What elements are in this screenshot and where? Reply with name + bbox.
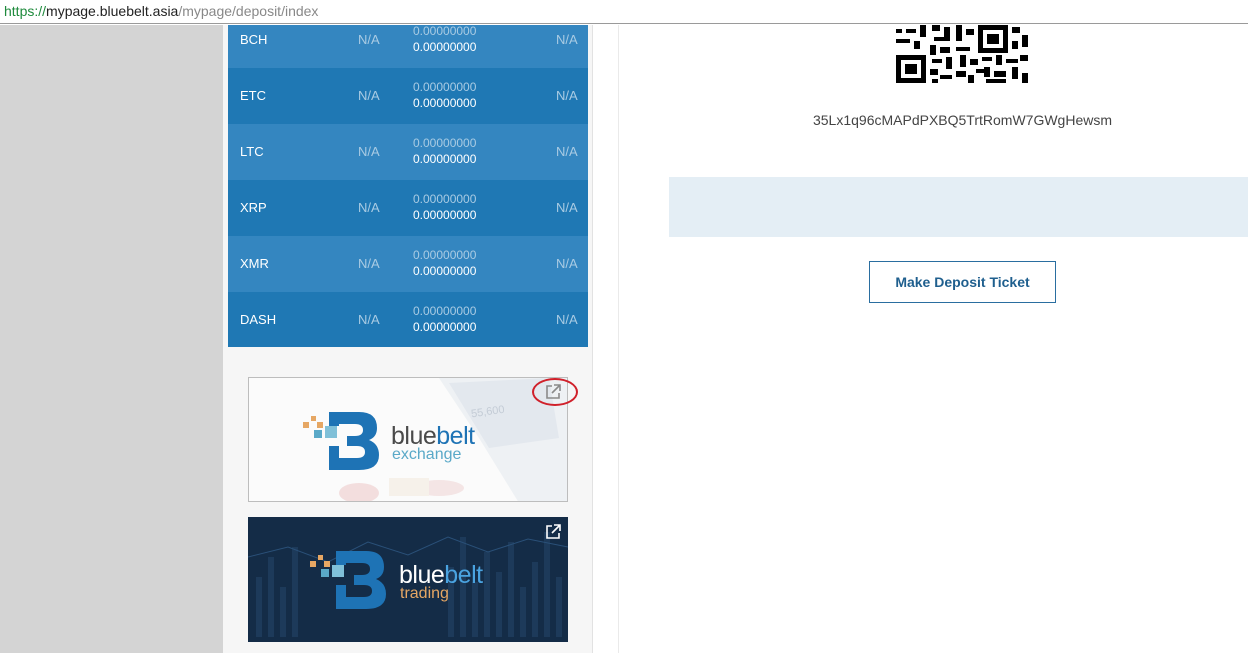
url-host: mypage.bluebelt.asia: [46, 3, 179, 19]
table-row[interactable]: XMR N/A 0.00000000 0.00000000 N/A: [228, 236, 588, 292]
currency-amount-bottom: 0.00000000: [413, 264, 477, 278]
currency-rate: N/A: [358, 312, 380, 327]
currency-value: N/A: [556, 144, 578, 159]
trading-logo-subtitle: trading: [400, 585, 449, 602]
currency-value: N/A: [556, 200, 578, 215]
table-row[interactable]: BCH N/A 0.00000000 0.00000000 N/A: [228, 25, 588, 68]
table-row[interactable]: LTC N/A 0.00000000 0.00000000 N/A: [228, 124, 588, 180]
currency-amount-bottom: 0.00000000: [413, 320, 477, 334]
bluebelt-logo-mark: [310, 551, 386, 609]
currency-value: N/A: [556, 256, 578, 271]
currency-amount-top: 0.00000000: [413, 248, 477, 262]
currency-symbol: BCH: [240, 32, 268, 47]
bluebelt-trading-banner[interactable]: bluebelt trading: [248, 517, 568, 642]
bluebelt-logo-mark: [303, 412, 379, 470]
currency-rate: N/A: [358, 32, 380, 47]
currency-value: N/A: [556, 88, 578, 103]
bluebelt-exchange-banner[interactable]: 55,600 bluebelt exchange: [248, 377, 568, 502]
currency-symbol: DASH: [240, 312, 277, 327]
currency-amount-top: 0.00000000: [413, 192, 477, 206]
currency-amount-bottom: 0.00000000: [413, 208, 477, 222]
currency-rate: N/A: [358, 144, 380, 159]
currency-table: BCH N/A 0.00000000 0.00000000 N/A ETC N/…: [228, 25, 588, 347]
currency-symbol: ETC: [240, 88, 266, 103]
trading-logo-word2: belt: [444, 561, 483, 589]
currency-symbol: XRP: [240, 200, 267, 215]
make-deposit-ticket-button[interactable]: Make Deposit Ticket: [869, 261, 1056, 303]
table-row[interactable]: XRP N/A 0.00000000 0.00000000 N/A: [228, 180, 588, 236]
deposit-info-box: [669, 177, 1248, 237]
currency-amount-top: 0.00000000: [413, 136, 477, 150]
currency-symbol: XMR: [240, 256, 269, 271]
currency-amount-bottom: 0.00000000: [413, 152, 477, 166]
table-row[interactable]: ETC N/A 0.00000000 0.00000000 N/A: [228, 68, 588, 124]
currency-rate: N/A: [358, 200, 380, 215]
table-row[interactable]: DASH N/A 0.00000000 0.00000000 N/A: [228, 292, 588, 347]
currency-rate: N/A: [358, 256, 380, 271]
wallet-address: 35Lx1q96cMAPdPXBQ5TrtRomW7GWgHewsm: [812, 112, 1113, 128]
currency-value: N/A: [556, 312, 578, 327]
column-divider: [618, 25, 619, 653]
currency-value: N/A: [556, 32, 578, 47]
currency-amount-bottom: 0.00000000: [413, 96, 477, 110]
currency-rate: N/A: [358, 88, 380, 103]
highlight-circle: [532, 378, 578, 406]
exchange-logo-subtitle: exchange: [392, 446, 462, 463]
url-path: /mypage/deposit/index: [178, 3, 319, 19]
currency-amount-top: 0.00000000: [413, 304, 477, 318]
address-bar[interactable]: https://mypage.bluebelt.asia/mypage/depo…: [0, 0, 1248, 24]
currency-amount-top: 0.00000000: [413, 25, 477, 38]
url-scheme: https://: [4, 3, 47, 19]
currency-amount-top: 0.00000000: [413, 80, 477, 94]
external-link-icon[interactable]: [544, 523, 562, 541]
page-gutter: [0, 25, 223, 653]
qr-code-icon: [896, 25, 1030, 85]
currency-amount-bottom: 0.00000000: [413, 40, 477, 54]
currency-symbol: LTC: [240, 144, 264, 159]
